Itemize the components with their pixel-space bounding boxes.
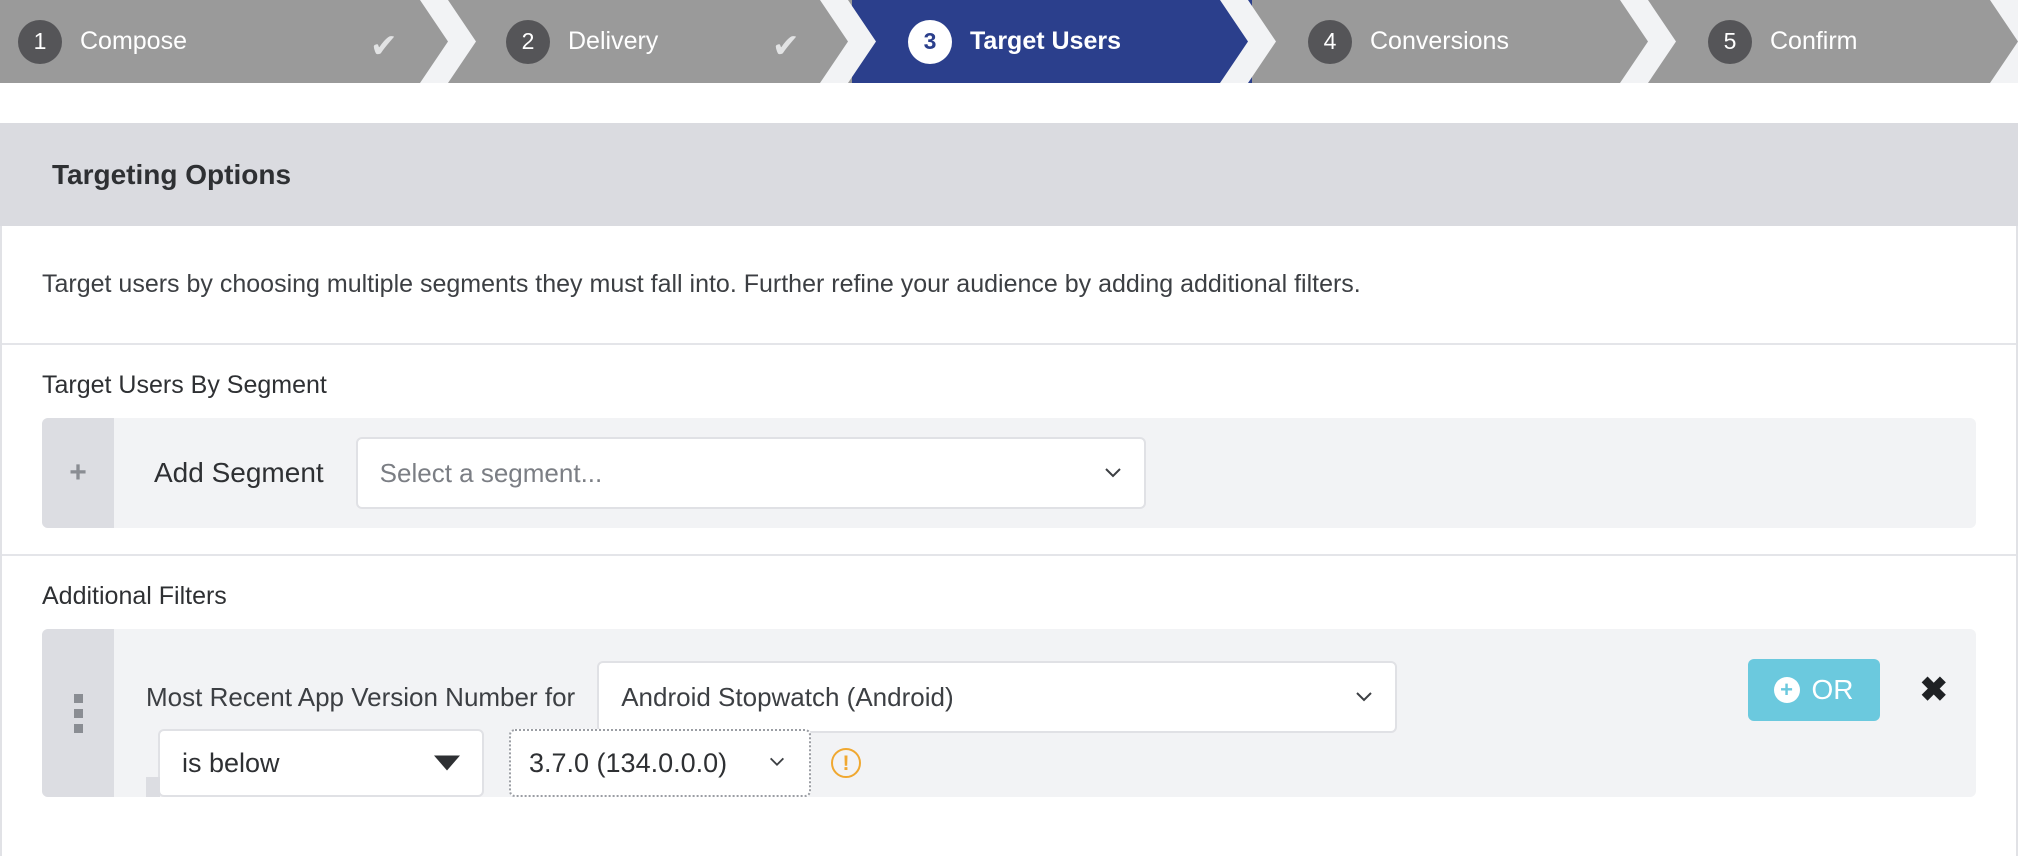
chevron-down-icon xyxy=(767,752,789,774)
segment-select-value: Select a segment... xyxy=(379,457,603,488)
add-segment-row: + Add Segment Select a segment... xyxy=(42,418,1976,528)
operator-select[interactable]: is below xyxy=(158,729,484,797)
plus-icon: + xyxy=(69,456,87,489)
filter-row: Most Recent App Version Number for Andro… xyxy=(42,629,1976,797)
segments-section-title: Target Users By Segment xyxy=(42,371,327,399)
step-conversions[interactable]: 4 Conversions xyxy=(1252,0,1652,83)
chevron-down-icon xyxy=(1102,462,1124,484)
wizard-stepper: 1 Compose ✔ 2 Delivery ✔ 3 Target Users xyxy=(0,0,2018,83)
segments-section: Target Users By Segment + Add Segment Se… xyxy=(2,345,2016,528)
step-label: Target Users xyxy=(970,27,1121,55)
add-segment-label: Add Segment xyxy=(154,457,324,488)
version-select[interactable]: 3.7.0 (134.0.0.0) xyxy=(509,729,811,797)
intro-block: Target users by choosing multiple segmen… xyxy=(2,226,2016,345)
segment-select[interactable]: Select a segment... xyxy=(355,437,1146,509)
target-users-page: 1 Compose ✔ 2 Delivery ✔ 3 Target Users xyxy=(0,0,2018,856)
step-confirm[interactable]: 5 Confirm xyxy=(1652,0,2018,83)
step-delivery[interactable]: 2 Delivery ✔ xyxy=(452,0,852,83)
step-compose[interactable]: 1 Compose ✔ xyxy=(0,0,452,83)
row-connector xyxy=(146,777,160,797)
step-label: Delivery xyxy=(568,27,659,55)
add-segment-button[interactable]: + xyxy=(42,418,114,528)
step-number: 4 xyxy=(1308,19,1352,64)
app-select[interactable]: Android Stopwatch (Android) xyxy=(597,661,1398,733)
step-label: Compose xyxy=(80,27,187,55)
additional-filters-section: Additional Filters Most Recent App Versi… xyxy=(2,554,2016,797)
remove-filter-button[interactable]: ✖ xyxy=(1920,673,1949,707)
step-number: 5 xyxy=(1708,19,1752,64)
step-label: Confirm xyxy=(1770,27,1858,55)
targeting-options-panel: Target users by choosing multiple segmen… xyxy=(0,226,2018,856)
step-label: Conversions xyxy=(1370,27,1509,55)
add-or-condition-button[interactable]: + OR xyxy=(1747,659,1880,721)
filters-section-title: Additional Filters xyxy=(42,582,227,610)
intro-text: Target users by choosing multiple segmen… xyxy=(42,270,1361,298)
operator-select-value: is below xyxy=(182,747,280,778)
step-number: 1 xyxy=(18,19,62,64)
page-title: Targeting Options xyxy=(52,158,292,190)
step-target-users[interactable]: 3 Target Users xyxy=(852,0,1252,83)
step-number: 2 xyxy=(506,19,550,64)
version-select-value: 3.7.0 (134.0.0.0) xyxy=(529,747,728,778)
step-complete-check-icon: ✔ xyxy=(370,27,398,64)
warning-icon: ! xyxy=(831,748,861,778)
app-select-value: Android Stopwatch (Android) xyxy=(621,681,954,712)
caret-down-icon xyxy=(434,755,460,771)
step-number: 3 xyxy=(908,19,952,64)
filter-label: Most Recent App Version Number for xyxy=(146,681,576,712)
or-button-label: OR xyxy=(1811,674,1854,705)
drag-handle-icon[interactable] xyxy=(42,629,114,797)
targeting-options-header: Targeting Options xyxy=(0,123,2018,226)
step-complete-check-icon: ✔ xyxy=(772,27,800,64)
plus-circle-icon: + xyxy=(1773,677,1800,703)
chevron-down-icon xyxy=(1353,686,1375,708)
